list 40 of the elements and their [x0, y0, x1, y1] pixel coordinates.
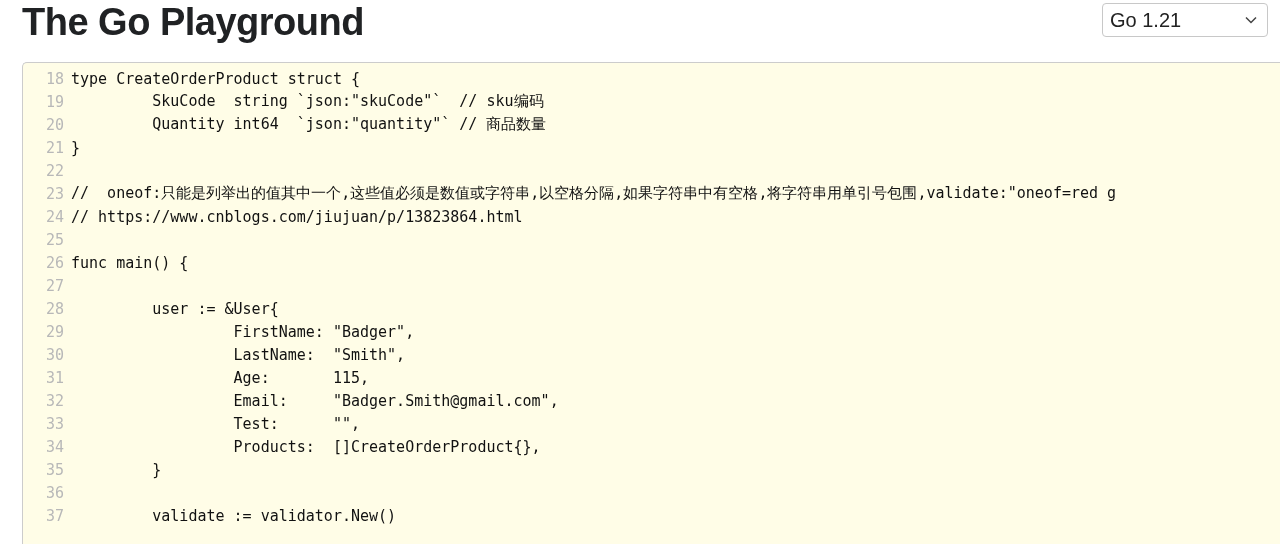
code-line: Test: "", [232, 414, 360, 433]
line-number: 23 [44, 184, 65, 203]
code-line: // oneof:只能是列举出的值其中一个,这些值必须是数值或字符串,以空格分隔,如果字符串中有空格,将字符串用单引号包围,validate:"oneof=red g [71, 184, 1117, 203]
code-line: // https://www.cnblogs.com/jiujuan/p/13823864.html [71, 207, 523, 226]
line-number: 27 [44, 276, 65, 295]
line-number: 25 [44, 230, 65, 249]
code-line: Email: "Badger.Smith@gmail.com", [232, 391, 559, 410]
line-number: 33 [44, 414, 65, 433]
chevron-down-icon [1245, 16, 1257, 24]
code-line: func main() { [71, 253, 189, 272]
code-line: user := &User{ [151, 299, 279, 318]
code-line: SkuCode string `json:"skuCode"` // sku编码 [151, 92, 544, 111]
line-number: 28 [44, 299, 65, 318]
line-number: 35 [44, 460, 65, 479]
version-select[interactable]: Go 1.21 [1102, 3, 1268, 37]
code-line: type CreateOrderProduct struct { [71, 69, 360, 88]
line-number: 29 [44, 322, 65, 341]
line-number: 30 [44, 345, 65, 364]
code-line: validate := validator.New() [151, 506, 397, 525]
code-line: } [151, 460, 162, 479]
code-line: Products: []CreateOrderProduct{}, [232, 437, 541, 456]
code-line: } [71, 138, 81, 157]
line-number: 19 [44, 92, 65, 111]
page-title: The Go Playground [22, 0, 364, 44]
line-number: 37 [44, 506, 65, 525]
code-editor[interactable] [22, 62, 1280, 544]
code-line: LastName: "Smith", [232, 345, 406, 364]
line-number: 31 [44, 368, 65, 387]
line-number: 34 [44, 437, 65, 456]
line-number: 24 [44, 207, 65, 226]
code-line: Quantity int64 `json:"quantity"` // 商品数量 [151, 115, 547, 134]
line-number: 36 [44, 483, 65, 502]
code-line: FirstName: "Badger", [232, 322, 415, 341]
line-number: 18 [44, 69, 65, 88]
line-number: 26 [44, 253, 65, 272]
line-number: 20 [44, 115, 65, 134]
line-number: 22 [44, 161, 65, 180]
code-line: Age: 115, [232, 368, 370, 387]
line-number: 21 [44, 138, 65, 157]
line-number: 32 [44, 391, 65, 410]
